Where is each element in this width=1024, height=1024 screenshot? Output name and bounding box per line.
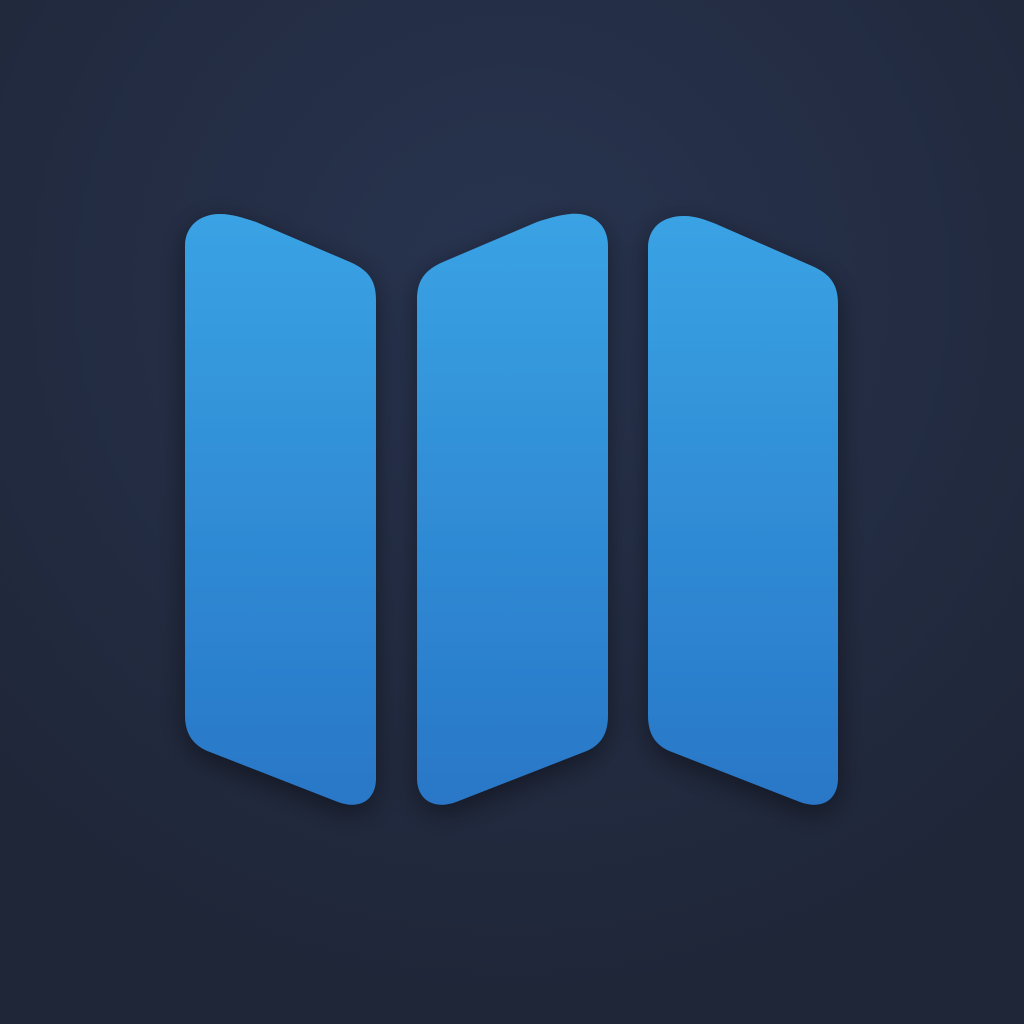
map-panel-left [185,214,376,805]
app-icon [0,0,1024,1024]
map-panel-middle [417,213,608,805]
map-panel-right [648,216,838,805]
three-panel-map-icon [0,0,1024,1024]
